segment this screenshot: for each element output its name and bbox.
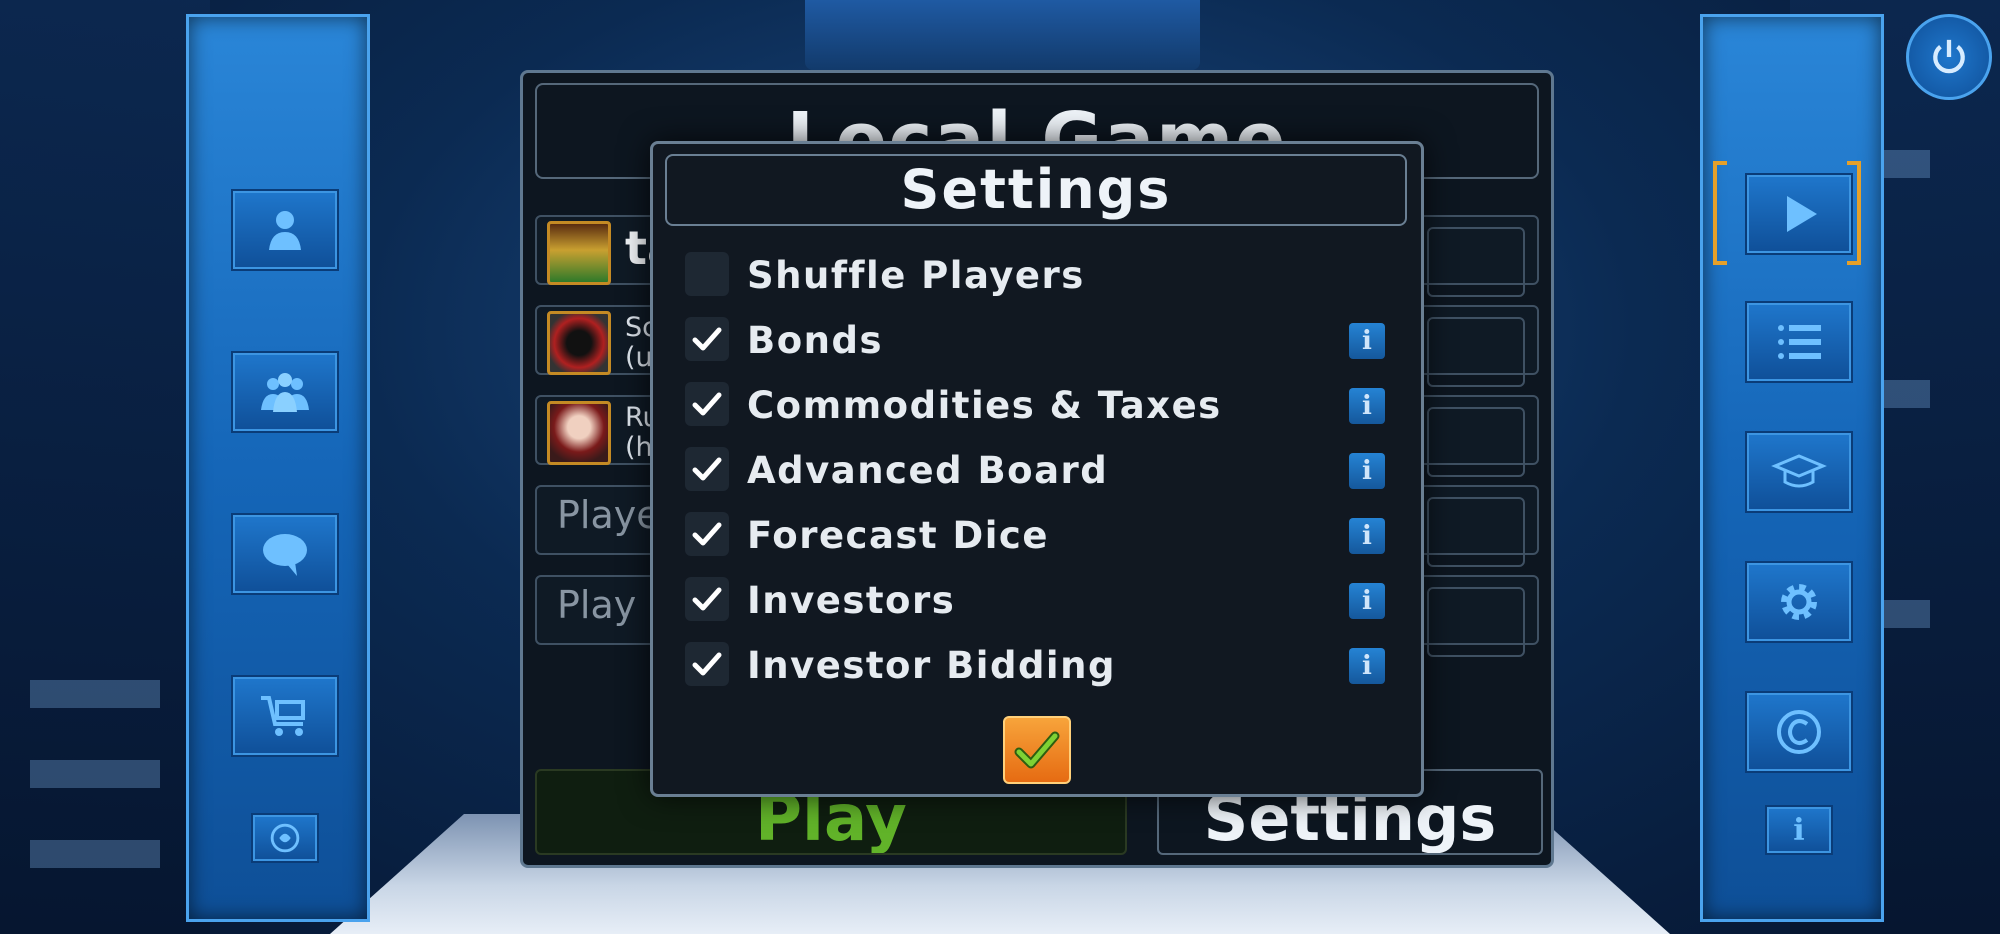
power-icon	[1933, 39, 1965, 74]
option-investors[interactable]: Investors i	[685, 573, 1385, 629]
option-label: Investors	[747, 579, 956, 622]
checkmark-icon	[692, 392, 722, 416]
info-icon: i	[1793, 812, 1805, 848]
selection-bracket-left	[1713, 161, 1727, 265]
checkmark-icon	[692, 522, 722, 546]
option-label: Advanced Board	[747, 449, 1109, 492]
checkbox-checked[interactable]	[685, 512, 729, 556]
checkbox-unchecked[interactable]	[685, 252, 729, 296]
option-label: Forecast Dice	[747, 514, 1049, 557]
checkbox-checked[interactable]	[685, 447, 729, 491]
player-slot-box[interactable]	[1427, 497, 1525, 567]
shop-button[interactable]	[231, 675, 339, 757]
player-type-line: (u	[625, 342, 653, 373]
power-button[interactable]	[1906, 14, 1992, 100]
empty-slot-label: Playe	[557, 493, 660, 537]
checkbox-checked[interactable]	[685, 642, 729, 686]
player-type-line: (h	[625, 432, 653, 463]
credits-button[interactable]	[1745, 691, 1853, 773]
left-sidebar	[186, 14, 370, 922]
player-slot-box[interactable]	[1427, 227, 1525, 297]
checkmark-icon	[692, 457, 722, 481]
logo-button[interactable]	[251, 813, 319, 863]
settings-dialog: Settings Shuffle Players Bonds i Commodi…	[650, 141, 1424, 797]
option-label: Bonds	[747, 319, 883, 362]
info-button[interactable]: i	[1349, 453, 1385, 489]
checkmark-icon	[692, 652, 722, 676]
player-avatar	[547, 311, 611, 375]
background-stripe	[30, 840, 160, 868]
option-label: Investor Bidding	[747, 644, 1116, 687]
play-menu-button[interactable]	[1745, 173, 1853, 255]
right-sidebar: i	[1700, 14, 1884, 922]
player-slot-box[interactable]	[1427, 317, 1525, 387]
empty-slot-label: Play	[557, 583, 637, 627]
tutorial-button[interactable]	[1745, 431, 1853, 513]
info-button[interactable]: i	[1349, 583, 1385, 619]
multiplayer-button[interactable]	[231, 351, 339, 433]
shop-cart-icon	[261, 696, 305, 736]
checkmark-icon	[692, 327, 722, 351]
settings-menu-button[interactable]	[1745, 561, 1853, 643]
option-advanced-board[interactable]: Advanced Board i	[685, 443, 1385, 499]
tutorial-cap-icon	[1771, 454, 1827, 488]
info-button[interactable]: i	[1349, 323, 1385, 359]
list-icon	[1778, 325, 1821, 359]
green-check-icon	[1014, 731, 1060, 769]
option-bonds[interactable]: Bonds i	[685, 313, 1385, 369]
option-commodities-taxes[interactable]: Commodities & Taxes i	[685, 378, 1385, 434]
checkbox-checked[interactable]	[685, 317, 729, 361]
chat-icon	[263, 534, 307, 576]
player-avatar	[547, 221, 611, 285]
background-stripe	[30, 760, 160, 788]
info-button[interactable]: i	[1349, 518, 1385, 554]
single-player-button[interactable]	[231, 189, 339, 271]
checkbox-checked[interactable]	[685, 577, 729, 621]
player-slot-box[interactable]	[1427, 407, 1525, 477]
player-slot-box[interactable]	[1427, 587, 1525, 657]
single-player-icon	[269, 211, 301, 250]
option-label: Commodities & Taxes	[747, 384, 1222, 427]
background-stripe	[30, 680, 160, 708]
chat-button[interactable]	[231, 513, 339, 595]
gear-icon	[1781, 584, 1817, 620]
option-shuffle-players[interactable]: Shuffle Players	[685, 248, 1385, 304]
player-avatar	[547, 401, 611, 465]
multiplayer-icon	[261, 373, 309, 412]
logo-icon	[270, 823, 300, 853]
copyright-icon	[1777, 710, 1821, 754]
play-icon	[1787, 196, 1817, 232]
info-button[interactable]: i	[1349, 648, 1385, 684]
checkmark-icon	[692, 587, 722, 611]
checkbox-checked[interactable]	[685, 382, 729, 426]
background-banner	[805, 0, 1200, 70]
info-button[interactable]: i	[1349, 388, 1385, 424]
background-city-left	[0, 0, 210, 934]
list-menu-button[interactable]	[1745, 301, 1853, 383]
option-forecast-dice[interactable]: Forecast Dice i	[685, 508, 1385, 564]
confirm-button[interactable]	[1003, 716, 1071, 784]
dialog-title: Settings	[665, 154, 1407, 226]
option-label: Shuffle Players	[747, 254, 1085, 297]
about-button[interactable]: i	[1765, 805, 1833, 855]
option-investor-bidding[interactable]: Investor Bidding i	[685, 638, 1385, 694]
